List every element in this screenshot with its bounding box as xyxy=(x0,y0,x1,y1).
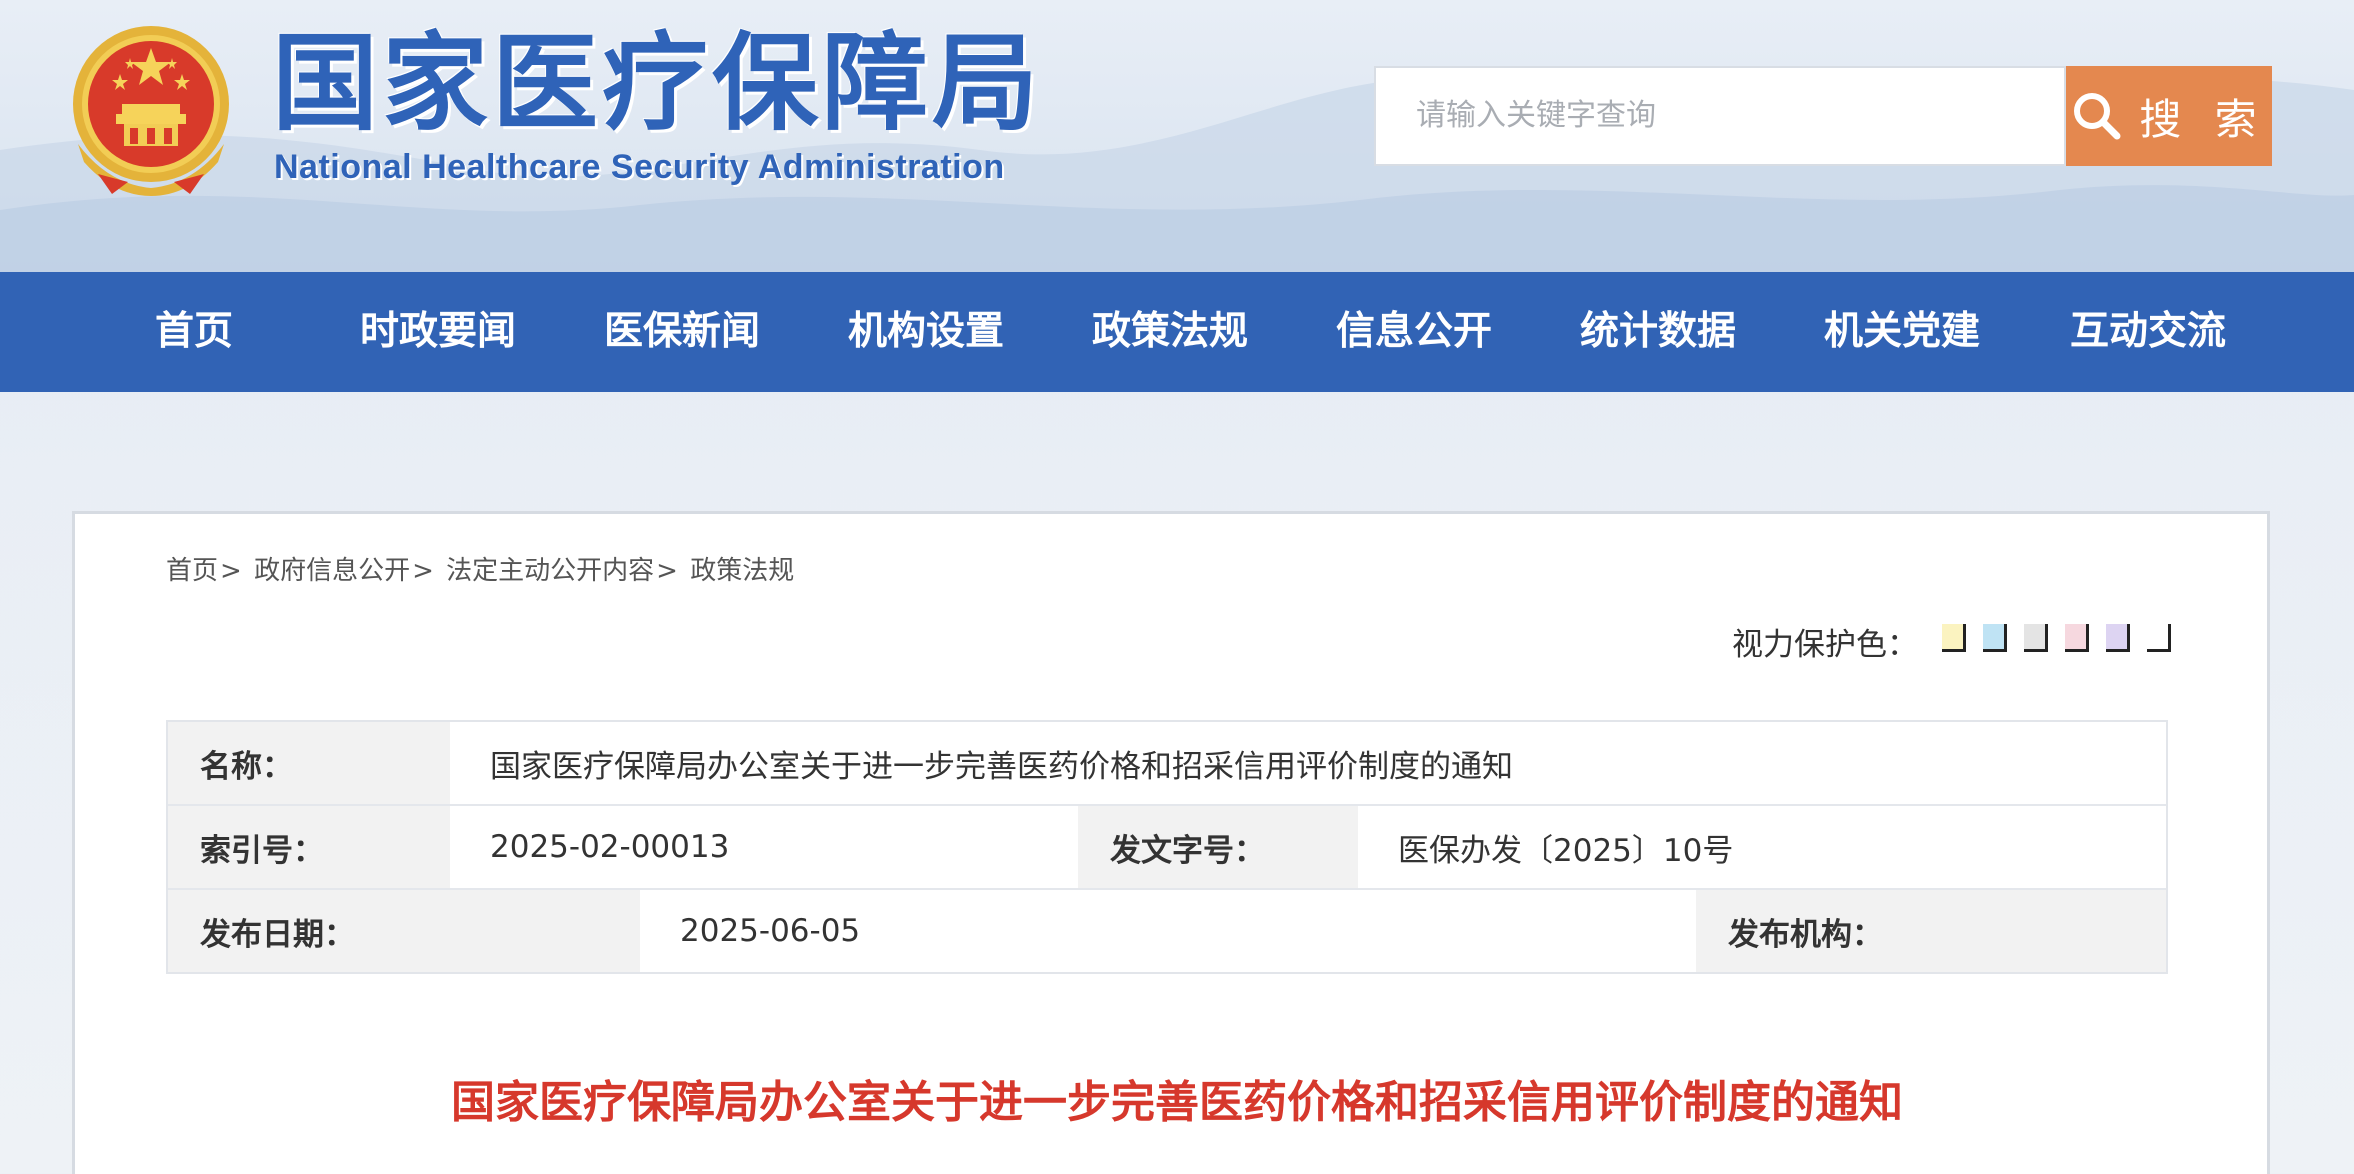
breadcrumb-gov-info[interactable]: 政府信息公开 xyxy=(254,556,410,586)
nav-item-policy[interactable]: 政策法规 xyxy=(1092,272,1248,392)
site-header: 国家医疗保障局 National Healthcare Security Adm… xyxy=(0,0,2354,272)
site-title-english: National Healthcare Security Administrat… xyxy=(274,148,1005,186)
breadcrumb: 首页> 政府信息公开> 法定主动公开内容> 政策法规 xyxy=(166,550,794,587)
index-value: 2025-02-00013 xyxy=(450,806,1078,888)
search-input[interactable] xyxy=(1374,66,2066,166)
eye-color-blue-swatch[interactable] xyxy=(1983,624,2007,652)
document-info-table: 名称： 国家医疗保障局办公室关于进一步完善医药价格和招采信用评价制度的通知 索引… xyxy=(166,720,2168,974)
breadcrumb-policy[interactable]: 政策法规 xyxy=(690,556,794,586)
eye-color-purple-swatch[interactable] xyxy=(2106,624,2130,652)
main-navigation: 首页 时政要闻 医保新闻 机构设置 政策法规 信息公开 统计数据 机关党建 互动… xyxy=(0,272,2354,392)
doc-number-value: 医保办发〔2025〕10号 xyxy=(1358,806,2166,888)
eye-color-yellow-swatch[interactable] xyxy=(1942,624,1966,652)
index-label: 索引号： xyxy=(168,806,450,888)
search-icon xyxy=(2074,93,2121,140)
name-value: 国家医疗保障局办公室关于进一步完善医药价格和招采信用评价制度的通知 xyxy=(450,722,2166,804)
publish-date-value: 2025-06-05 xyxy=(640,890,1696,972)
breadcrumb-separator: > xyxy=(412,556,434,586)
nav-item-info-disclosure[interactable]: 信息公开 xyxy=(1336,272,1492,392)
nav-item-home[interactable]: 首页 xyxy=(155,272,233,392)
national-emblem-logo xyxy=(73,26,229,196)
nav-item-interaction[interactable]: 互动交流 xyxy=(2070,272,2226,392)
eye-color-pink-swatch[interactable] xyxy=(2065,624,2089,652)
nav-item-healthcare-news[interactable]: 医保新闻 xyxy=(604,272,760,392)
document-title: 国家医疗保障局办公室关于进一步完善医药价格和招采信用评价制度的通知 xyxy=(451,1077,1903,1128)
site-title-chinese: 国家医疗保障局 xyxy=(272,20,1042,145)
nav-item-party-building[interactable]: 机关党建 xyxy=(1824,272,1980,392)
eye-protection-label: 视力保护色： xyxy=(1732,627,1918,663)
breadcrumb-separator: > xyxy=(220,556,242,586)
breadcrumb-home[interactable]: 首页 xyxy=(166,556,218,586)
eye-color-gray-swatch[interactable] xyxy=(2024,624,2048,652)
nav-item-political-news[interactable]: 时政要闻 xyxy=(360,272,516,392)
breadcrumb-statutory-content[interactable]: 法定主动公开内容 xyxy=(446,556,654,586)
doc-number-label: 发文字号： xyxy=(1078,806,1358,888)
publishing-agency-label: 发布机构： xyxy=(1696,890,2166,972)
search-button[interactable]: 搜 索 xyxy=(2066,66,2272,166)
nav-item-statistics[interactable]: 统计数据 xyxy=(1580,272,1736,392)
search-button-label: 搜 索 xyxy=(2139,94,2267,144)
nav-item-organization[interactable]: 机构设置 xyxy=(848,272,1004,392)
name-label: 名称： xyxy=(168,722,450,804)
eye-color-white-swatch[interactable] xyxy=(2147,624,2171,652)
breadcrumb-separator: > xyxy=(656,556,678,586)
publish-date-label: 发布日期： xyxy=(168,890,640,972)
